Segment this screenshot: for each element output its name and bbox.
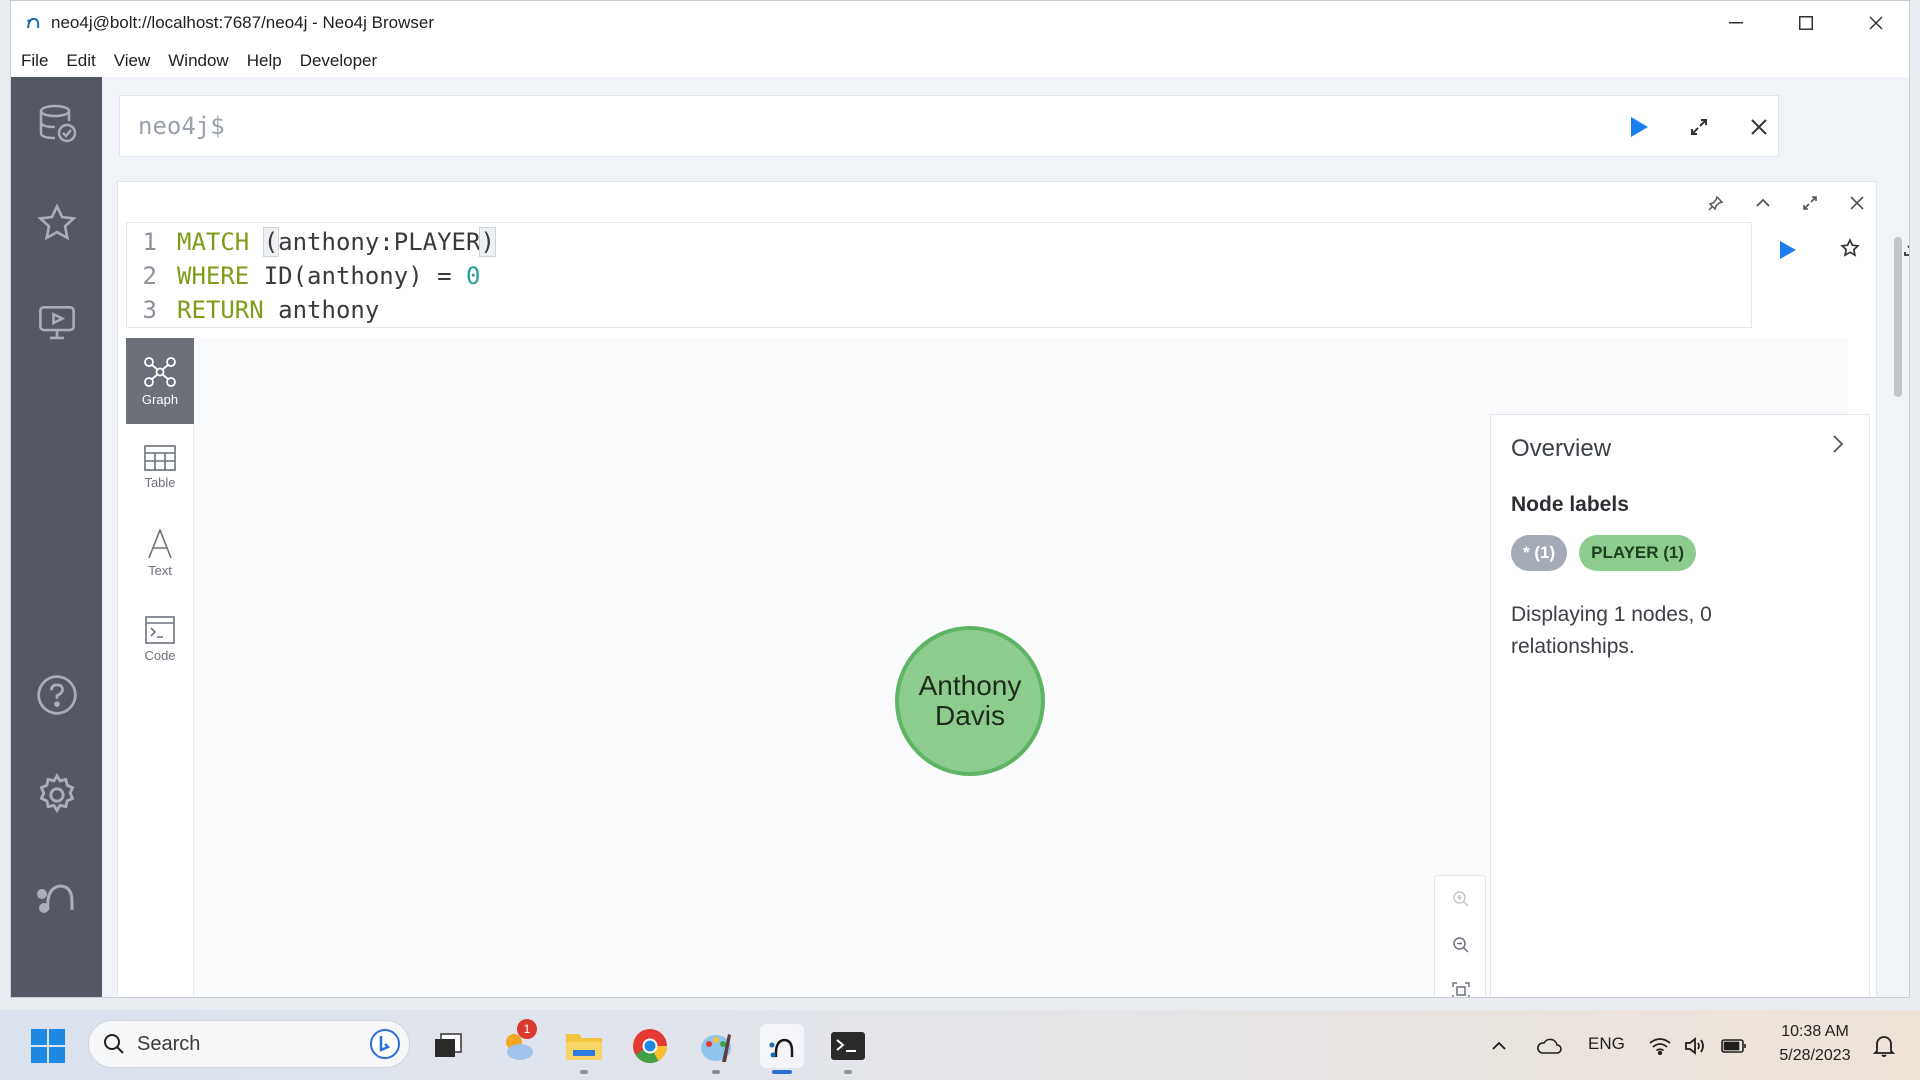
neo4j-active-indicator (772, 1070, 792, 1074)
code-line-2: 2 WHERE ID(anthony) = 0 (142, 262, 481, 290)
zoom-out-icon[interactable] (1435, 922, 1487, 968)
volume-icon[interactable] (1676, 1024, 1716, 1068)
show-hidden-icons-chevron-icon[interactable] (1478, 1024, 1520, 1068)
weather-notification-badge: 1 (517, 1019, 537, 1039)
view-tabs: Graph Table Text Code (126, 338, 194, 997)
zoom-in-icon[interactable] (1435, 876, 1487, 922)
file-explorer-icon[interactable] (562, 1024, 606, 1068)
terminal-icon[interactable] (826, 1024, 870, 1068)
tab-table[interactable]: Table (126, 424, 194, 510)
vertical-scrollbar[interactable] (1893, 167, 1903, 987)
battery-icon[interactable] (1714, 1024, 1754, 1068)
node-caption-line2: Davis (934, 700, 1005, 731)
code-line-3: 3 RETURN anthony (142, 296, 380, 324)
menu-help[interactable]: Help (247, 51, 282, 71)
overview-summary: Displaying 1 nodes, 0 relationships. (1511, 603, 1712, 658)
graph-icon (144, 356, 176, 387)
label-pill-player[interactable]: PLAYER (1) (1579, 535, 1697, 571)
sidebar (11, 77, 102, 997)
paint-running-indicator (712, 1070, 720, 1074)
maximize-button[interactable] (1771, 1, 1841, 45)
neo4j-logo-icon[interactable] (31, 869, 83, 921)
overview-panel: Overview Node labels * (1) PLAYER (1) Di… (1490, 414, 1870, 997)
search-label: Search (137, 1032, 201, 1055)
editor-prompt: neo4j$ (138, 112, 225, 140)
tab-code[interactable]: Code (126, 596, 194, 682)
database-icon[interactable] (31, 97, 83, 149)
fit-to-screen-icon[interactable] (1435, 968, 1487, 997)
close-frame-icon[interactable] (1842, 190, 1872, 216)
pin-icon[interactable] (1701, 190, 1731, 216)
bing-icon (370, 1029, 400, 1059)
settings-gear-icon[interactable] (31, 769, 83, 821)
neo4j-taskbar-icon[interactable] (760, 1024, 804, 1068)
favorite-star-icon[interactable] (1830, 228, 1870, 268)
window-title: neo4j@bolt://localhost:7687/neo4j - Neo4… (51, 13, 434, 32)
onedrive-cloud-icon[interactable] (1528, 1024, 1570, 1068)
node-labels-heading: Node labels (1511, 493, 1629, 516)
tab-text[interactable]: Text (126, 510, 194, 596)
code-icon (145, 615, 175, 644)
guides-monitor-icon[interactable] (31, 297, 83, 349)
node-labels-list: * (1) PLAYER (1) (1511, 535, 1849, 571)
node-caption-line1: Anthony (918, 670, 1022, 701)
table-icon (144, 444, 176, 471)
chrome-icon[interactable] (628, 1024, 672, 1068)
wifi-icon[interactable] (1640, 1024, 1680, 1068)
menu-window[interactable]: Window (168, 51, 228, 71)
windows-start-icon[interactable] (26, 1024, 70, 1068)
collapse-overview-chevron-icon[interactable] (1823, 429, 1853, 459)
overview-title: Overview (1511, 435, 1612, 462)
paint-icon[interactable] (694, 1024, 738, 1068)
clock-date: 5/28/2023 (1779, 1047, 1851, 1064)
menu-file[interactable]: File (21, 51, 48, 71)
code-line-1: 1 MATCH (anthony:PLAYER) (142, 227, 496, 257)
zoom-controls (1434, 875, 1487, 997)
neo4j-app-icon (25, 14, 43, 32)
menu-view[interactable]: View (114, 51, 151, 71)
neo4j-browser-window: neo4j@bolt://localhost:7687/neo4j - Neo4… (10, 0, 1910, 998)
system-clock[interactable]: 10:38 AM 5/28/2023 (1770, 1020, 1860, 1068)
window-close-button[interactable] (1841, 1, 1909, 45)
language-indicator[interactable]: ENG (1588, 1034, 1625, 1054)
result-frame: 1 MATCH (anthony:PLAYER) 2 WHERE ID(anthon… (117, 181, 1909, 997)
tab-graph[interactable]: Graph (126, 338, 194, 424)
text-icon (148, 528, 172, 558)
fullscreen-frame-icon[interactable] (1795, 190, 1825, 216)
expand-editor-icon[interactable] (1676, 96, 1722, 158)
scrollbar-thumb[interactable] (1894, 237, 1902, 397)
help-icon[interactable] (31, 669, 83, 721)
search-icon (104, 1034, 124, 1054)
menu-bar: File Edit View Window Help Developer (11, 45, 1909, 77)
label-pill-all[interactable]: * (1) (1511, 535, 1568, 571)
task-view-icon[interactable] (426, 1024, 470, 1068)
notifications-icon[interactable] (1864, 1024, 1904, 1068)
taskbar-search[interactable]: Search (88, 1020, 410, 1068)
explorer-running-indicator (580, 1070, 588, 1074)
favorites-star-icon[interactable] (31, 197, 83, 249)
query-editor[interactable]: neo4j$ (119, 95, 1779, 157)
graph-node-player[interactable]: Anthony Davis (895, 626, 1045, 776)
clear-editor-icon[interactable] (1736, 96, 1782, 158)
collapse-frame-icon[interactable] (1748, 190, 1778, 216)
terminal-running-indicator (844, 1070, 852, 1074)
taskbar: Search 1 ENG 10:38 AM 5/28/2023 (0, 1010, 1920, 1080)
app-body: neo4j$ 1 MATCH (anthony:PLAYER) 2 WHER… (11, 77, 1909, 997)
minimize-button[interactable] (1701, 1, 1771, 45)
menu-edit[interactable]: Edit (66, 51, 95, 71)
clock-time: 10:38 AM (1781, 1023, 1849, 1040)
menu-developer[interactable]: Developer (300, 51, 378, 71)
run-query-button[interactable] (1616, 96, 1662, 158)
title-bar: neo4j@bolt://localhost:7687/neo4j - Neo4… (11, 1, 1909, 45)
query-code[interactable]: 1 MATCH (anthony:PLAYER) 2 WHERE ID(anthon… (126, 222, 1752, 328)
rerun-query-button[interactable] (1768, 230, 1808, 270)
